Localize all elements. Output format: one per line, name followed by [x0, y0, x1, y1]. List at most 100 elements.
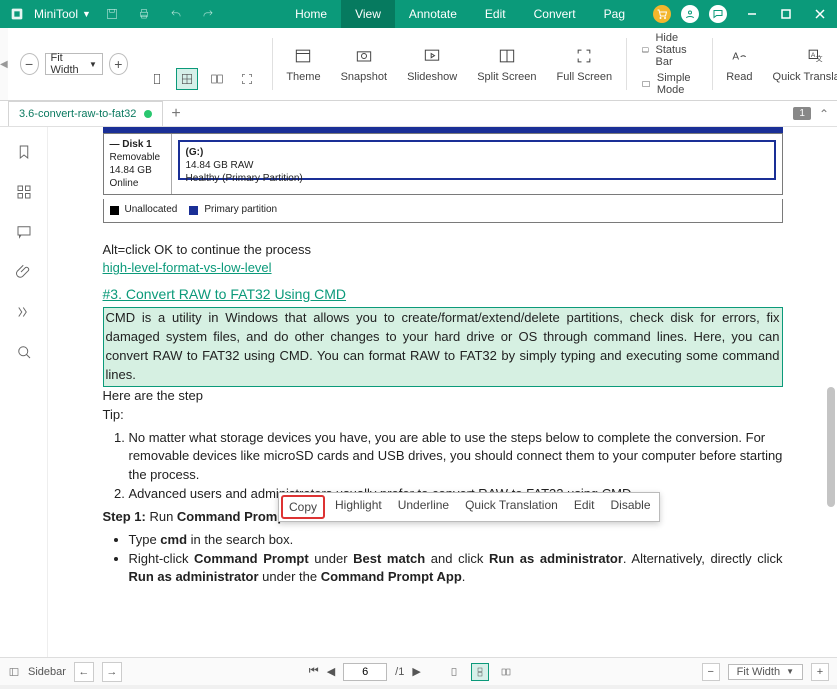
history-back-button[interactable]: ← — [74, 662, 94, 682]
window-controls — [735, 0, 837, 28]
tab-view[interactable]: View — [341, 0, 395, 28]
disk-vol-health: Healthy (Primary Partition) — [186, 173, 303, 184]
scrollbar[interactable] — [827, 387, 835, 507]
ctx-quick-translation[interactable]: Quick Translation — [457, 493, 566, 521]
collapse-ribbon-icon[interactable]: ⌃ — [819, 107, 829, 121]
outline-icon[interactable] — [13, 301, 35, 323]
read-button[interactable]: A Read — [716, 32, 762, 96]
document-tab[interactable]: 3.6-convert-raw-to-fat32 — [8, 101, 163, 126]
tab-home[interactable]: Home — [281, 0, 341, 28]
view-mode-icons — [136, 32, 268, 96]
zoom-in-button[interactable]: + — [109, 53, 128, 75]
zoom-out-status-button[interactable]: − — [702, 663, 720, 681]
sidebar-label[interactable]: Sidebar — [28, 666, 66, 678]
facing-view-icon[interactable] — [497, 663, 515, 681]
chat-icon[interactable] — [709, 5, 727, 23]
user-icon[interactable] — [681, 5, 699, 23]
list-item: No matter what storage devices you have,… — [129, 429, 783, 486]
ribbon: ◀ − Fit Width▼ + Theme Snapshot Slidesho… — [0, 28, 837, 101]
search-icon[interactable] — [13, 341, 35, 363]
disk-title: Disk 1 — [122, 139, 151, 150]
fit-status-select[interactable]: Fit Width▼ — [728, 664, 803, 680]
prev-page-button[interactable]: ◀ — [327, 665, 335, 678]
svg-text:文: 文 — [816, 54, 823, 63]
sidebar-toggle-icon[interactable] — [8, 666, 20, 678]
tab-page[interactable]: Pag — [590, 0, 639, 28]
zoom-group: − Fit Width▼ + — [12, 32, 136, 96]
two-page-icon[interactable] — [206, 68, 228, 90]
simple-mode-label: Simple Mode — [657, 72, 698, 96]
alt-line: Alt=click OK to continue the process — [103, 241, 783, 260]
titlebar-right-icons — [645, 5, 735, 23]
tip-label: Tip: — [103, 406, 783, 425]
close-button[interactable] — [803, 0, 837, 28]
next-page-button[interactable]: ▶ — [412, 665, 420, 678]
app-dropdown-icon[interactable]: ▼ — [82, 9, 91, 19]
thumbnails-icon[interactable] — [13, 181, 35, 203]
section-heading[interactable]: #3. Convert RAW to FAT32 Using CMD — [103, 284, 783, 304]
read-label: Read — [726, 71, 752, 83]
first-page-button[interactable]: ⏮ — [309, 665, 319, 678]
slideshow-label: Slideshow — [407, 71, 457, 83]
fit-page-icon[interactable] — [176, 68, 198, 90]
svg-text:A: A — [733, 51, 740, 62]
link-format-levels[interactable]: high-level-format-vs-low-level — [103, 260, 272, 275]
quick-trans-label: Quick Translation — [773, 71, 837, 83]
redo-icon[interactable] — [201, 7, 215, 21]
tab-convert[interactable]: Convert — [520, 0, 590, 28]
single-page-icon[interactable] — [146, 68, 168, 90]
quick-access-toolbar — [105, 7, 215, 21]
app-name: MiniTool — [34, 7, 78, 21]
single-view-icon[interactable] — [445, 663, 463, 681]
ribbon-scroll-left[interactable]: ◀ — [0, 28, 8, 100]
page-content: — Disk 1 Removable 14.84 GB Online (G:) … — [48, 127, 837, 657]
zoom-out-button[interactable]: − — [20, 53, 39, 75]
zoom-in-status-button[interactable]: + — [811, 663, 829, 681]
fit-width-label: Fit Width — [51, 52, 86, 76]
continuous-view-icon[interactable] — [471, 663, 489, 681]
ctx-disable[interactable]: Disable — [603, 493, 659, 521]
status-bar: Sidebar ← → ⏮ ◀ /1 ▶ − Fit Width▼ + — [0, 657, 837, 685]
hide-status-bar-button[interactable]: Hide Status Bar — [641, 32, 698, 68]
highlighted-paragraph: CMD is a utility in Windows that allows … — [103, 307, 783, 386]
page-input[interactable] — [343, 663, 387, 681]
document-tab-title: 3.6-convert-raw-to-fat32 — [19, 108, 136, 120]
ctx-copy[interactable]: Copy — [281, 495, 325, 519]
ctx-edit[interactable]: Edit — [566, 493, 603, 521]
snapshot-button[interactable]: Snapshot — [331, 32, 397, 96]
list-item: Type cmd in the search box. — [129, 531, 783, 550]
hide-status-label: Hide Status Bar — [655, 32, 697, 68]
menu-tabs: Home View Annotate Edit Convert Pag — [281, 0, 639, 28]
bookmark-icon[interactable] — [13, 141, 35, 163]
full-label: Full Screen — [557, 71, 613, 83]
maximize-button[interactable] — [769, 0, 803, 28]
minimize-button[interactable] — [735, 0, 769, 28]
quick-translation-button[interactable]: A文Quick Translation — [763, 32, 837, 96]
disk-panel: — Disk 1 Removable 14.84 GB Online (G:) … — [103, 133, 783, 195]
fit-width-select[interactable]: Fit Width▼ — [45, 53, 103, 75]
full-screen-button[interactable]: Full Screen — [547, 32, 623, 96]
legend-unalloc: Unallocated — [125, 203, 178, 218]
tab-edit[interactable]: Edit — [471, 0, 520, 28]
page-badge: 1 — [793, 107, 811, 120]
split-screen-button[interactable]: Split Screen — [467, 32, 546, 96]
comments-icon[interactable] — [13, 221, 35, 243]
legend-primary: Primary partition — [204, 203, 277, 218]
simple-mode-button[interactable]: Simple Mode — [641, 72, 698, 96]
snapshot-label: Snapshot — [341, 71, 387, 83]
new-tab-button[interactable]: + — [171, 105, 180, 123]
theme-button[interactable]: Theme — [276, 32, 330, 96]
tab-annotate[interactable]: Annotate — [395, 0, 471, 28]
attachments-icon[interactable] — [13, 261, 35, 283]
slideshow-button[interactable]: Slideshow — [397, 32, 467, 96]
crop-icon[interactable] — [236, 68, 258, 90]
ctx-highlight[interactable]: Highlight — [327, 493, 390, 521]
print-icon[interactable] — [137, 7, 151, 21]
undo-icon[interactable] — [169, 7, 183, 21]
cart-icon[interactable] — [653, 5, 671, 23]
ctx-underline[interactable]: Underline — [390, 493, 457, 521]
app-logo — [4, 1, 30, 27]
save-icon[interactable] — [105, 7, 119, 21]
disk-vol-letter: (G:) — [186, 147, 204, 158]
history-forward-button[interactable]: → — [102, 662, 122, 682]
